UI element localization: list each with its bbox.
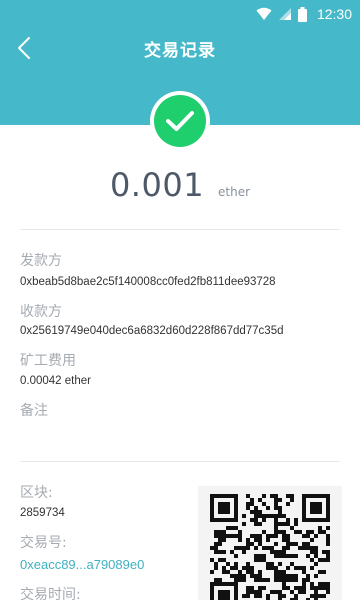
- to-label: 收款方: [20, 304, 62, 320]
- checkmark-icon: [166, 111, 194, 131]
- from-address[interactable]: 0xbeab5d8bae2c5f140008cc0fed2fb811dee937…: [20, 276, 276, 288]
- to-address[interactable]: 0x25619749e040dec6a6832d60d228f867dd77c3…: [20, 325, 283, 337]
- note-label: 备注: [20, 403, 48, 419]
- status-bar: 12:30: [0, 0, 360, 28]
- tx-hash-link[interactable]: 0xeacc89...a79089e0: [20, 557, 144, 572]
- from-label: 发款方: [20, 253, 62, 269]
- tx-label: 交易号:: [20, 535, 67, 551]
- fee-value: 0.00042 ether: [20, 375, 91, 387]
- page-title: 交易记录: [144, 41, 216, 61]
- qr-finder-pattern: [210, 582, 238, 600]
- qr-code-icon: [210, 494, 330, 600]
- status-time: 12:30: [316, 6, 352, 22]
- wifi-icon: [256, 7, 272, 20]
- qr-code[interactable]: [198, 486, 342, 600]
- block-value: 2859734: [20, 507, 65, 519]
- block-label: 区块:: [20, 485, 53, 501]
- fee-label: 矿工费用: [20, 353, 76, 369]
- divider: [20, 229, 340, 230]
- battery-icon: [297, 6, 307, 22]
- status-icons: 12:30: [256, 5, 352, 23]
- success-badge: [150, 91, 210, 151]
- divider: [20, 461, 340, 462]
- amount-unit: ether: [218, 185, 251, 199]
- success-circle: [154, 95, 206, 147]
- qr-finder-pattern: [302, 494, 330, 522]
- navbar: 交易记录: [0, 28, 360, 68]
- amount-row: 0.001 ether: [0, 166, 360, 210]
- qr-finder-pattern: [210, 494, 238, 522]
- amount-value: 0.001: [109, 166, 205, 204]
- signal-icon: [278, 8, 291, 20]
- time-label: 交易时间:: [20, 587, 81, 600]
